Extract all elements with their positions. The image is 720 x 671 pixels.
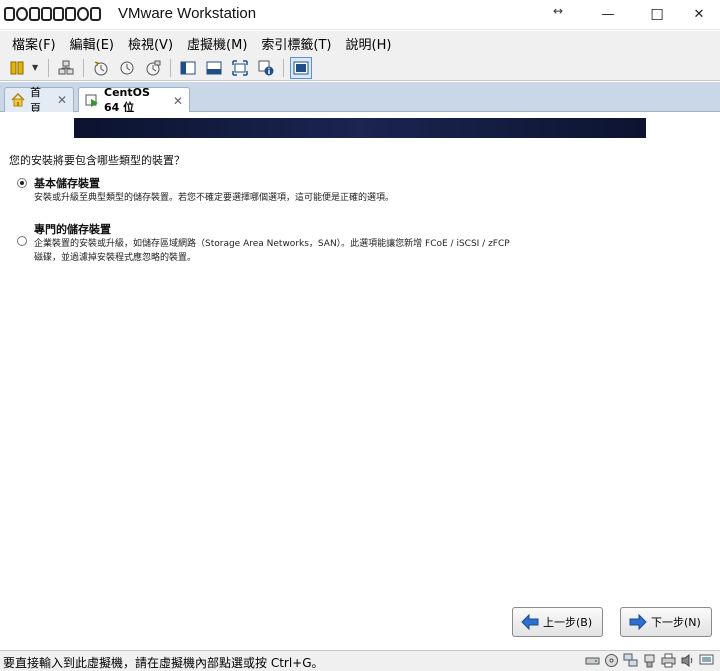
- send-ctrl-alt-del-icon[interactable]: [55, 57, 77, 79]
- menu-help[interactable]: 說明(H): [340, 32, 398, 55]
- storage-question: 您的安裝將要包含哪些類型的裝置？: [9, 154, 185, 167]
- back-button[interactable]: 上一步(B): [512, 607, 603, 637]
- toolbar-divider: [283, 58, 285, 77]
- toolbar-divider: [48, 58, 50, 77]
- tab-strip: 首頁 ✕ CentOS 64 位 ✕: [0, 82, 720, 115]
- pause-icon[interactable]: [6, 57, 28, 79]
- vm-console[interactable]: 您的安裝將要包含哪些類型的裝置？ 基本儲存裝置 安裝或升級至典型類型的儲存裝置。…: [0, 112, 720, 650]
- close-icon[interactable]: ✕: [173, 94, 183, 108]
- toolbar-divider: [83, 58, 85, 77]
- snapshot-manager-icon[interactable]: [142, 57, 164, 79]
- snapshot-icon[interactable]: [90, 57, 112, 79]
- option-description: 企業裝置的安裝或升級，如儲存區域網路（Storage Area Networks…: [34, 239, 510, 249]
- option-title: 專門的儲存裝置: [34, 223, 111, 236]
- maximize-button[interactable]: ☐: [634, 0, 680, 29]
- window-title: VMware Workstation: [118, 5, 257, 22]
- tab-home[interactable]: 首頁 ✕: [4, 86, 74, 115]
- full-screen-icon[interactable]: [229, 57, 251, 79]
- usb-icon[interactable]: [642, 653, 657, 668]
- resize-icon[interactable]: ↔: [548, 3, 568, 19]
- next-button[interactable]: 下一步(N): [620, 607, 712, 637]
- arrow-left-icon: [521, 613, 539, 631]
- status-message: 要直接輸入到此虛擬機，請在虛擬機內部點選或按 Ctrl+G。: [3, 656, 324, 670]
- console-view-icon[interactable]: [177, 57, 199, 79]
- menu-tabs[interactable]: 索引標籤(T): [255, 32, 337, 55]
- vm-play-icon: [85, 94, 99, 108]
- installer-banner: [74, 118, 646, 138]
- menu-bar: 檔案(F) 編輯(E) 檢視(V) 虛擬機(M) 索引標籤(T) 說明(H): [0, 31, 720, 55]
- toolbar: ▼: [0, 55, 720, 81]
- close-button[interactable]: ✕: [676, 0, 720, 29]
- printer-icon[interactable]: [661, 653, 676, 668]
- hard-disk-icon[interactable]: [585, 653, 600, 668]
- device-icons: [585, 653, 714, 668]
- home-icon: [11, 93, 25, 107]
- option-description: 磁碟，並過濾掉安裝程式應忽略的裝置。: [34, 253, 197, 263]
- display-icon[interactable]: [699, 653, 714, 668]
- radio-specialized-storage[interactable]: [17, 236, 27, 246]
- tab-centos[interactable]: CentOS 64 位 ✕: [78, 86, 190, 114]
- sound-icon[interactable]: [680, 653, 695, 668]
- minimize-button[interactable]: —: [585, 0, 631, 29]
- menu-view[interactable]: 檢視(V): [122, 32, 179, 55]
- menu-edit[interactable]: 編輯(E): [64, 32, 120, 55]
- chevron-down-icon[interactable]: ▼: [32, 63, 38, 72]
- arrow-right-icon: [629, 613, 647, 631]
- option-title: 基本儲存裝置: [34, 177, 100, 190]
- thumbnail-bar-icon[interactable]: [290, 56, 313, 79]
- tab-label: CentOS 64 位: [104, 86, 150, 114]
- toolbar-divider: [170, 58, 172, 77]
- status-bar: 要直接輸入到此虛擬機，請在虛擬機內部點選或按 Ctrl+G。: [0, 650, 720, 671]
- close-icon[interactable]: ✕: [57, 93, 67, 107]
- cd-dvd-icon[interactable]: [604, 653, 619, 668]
- radio-basic-storage[interactable]: [17, 178, 27, 188]
- option-description: 安裝或升級至典型類型的儲存裝置。若您不確定要選擇哪個選項，這可能便是正確的選項。: [34, 193, 395, 203]
- revert-snapshot-icon[interactable]: [116, 57, 138, 79]
- title-bar: VMware Workstation ↔ — ☐ ✕: [0, 0, 720, 30]
- network-icon[interactable]: [623, 653, 638, 668]
- menu-vm[interactable]: 虛擬機(M): [181, 32, 253, 55]
- brand-logo: [4, 5, 101, 23]
- menu-file[interactable]: 檔案(F): [6, 32, 62, 55]
- vm-info-icon[interactable]: [255, 57, 277, 79]
- unity-view-icon[interactable]: [203, 57, 225, 79]
